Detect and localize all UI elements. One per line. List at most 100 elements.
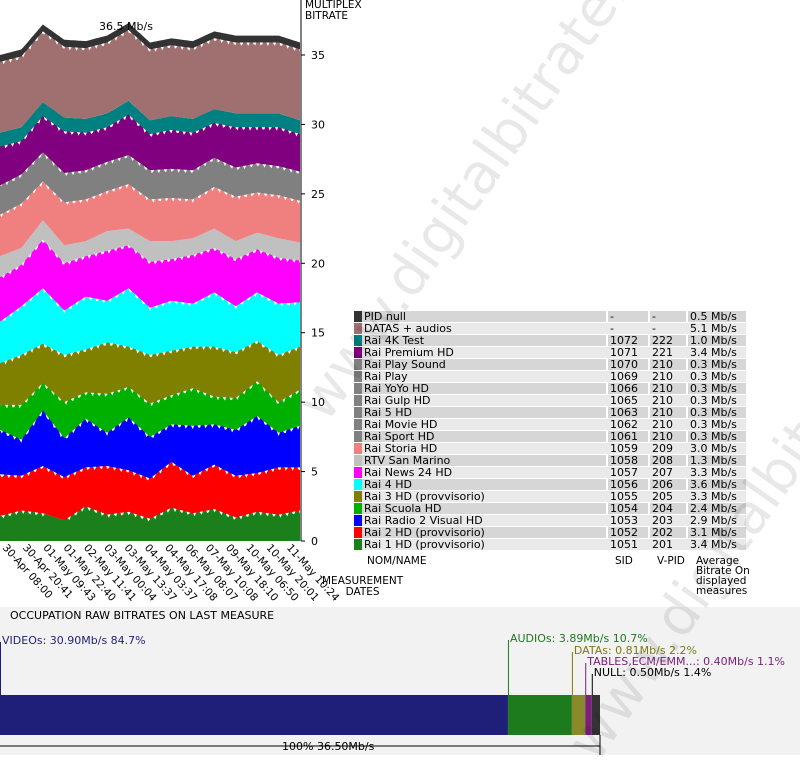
x-axis-title: MEASUREMENT DATES xyxy=(322,576,403,598)
legend-row: Rai Scuola HD 1054 204 2.4 Mb/s xyxy=(354,503,746,514)
legend-cell-sid: 1069 xyxy=(608,371,648,382)
legend-cell-name: Rai 1 HD (provvisorio) xyxy=(362,539,606,550)
legend-cell-avg: 0.3 Mb/s xyxy=(688,359,746,370)
legend-cell-sid: 1061 xyxy=(608,431,648,442)
legend-cell-avg: 3.3 Mb/s xyxy=(688,491,746,502)
legend-cell-avg: 3.6 Mb/s xyxy=(688,479,746,490)
legend-swatch xyxy=(354,335,362,346)
legend-cell-avg: 3.3 Mb/s xyxy=(688,467,746,478)
legend-swatch xyxy=(354,395,362,406)
legend-cell-name: PID null xyxy=(362,311,606,322)
legend-cell-avg: 5.1 Mb/s xyxy=(688,323,746,334)
legend-swatch xyxy=(354,419,362,430)
legend-cell-name: Rai News 24 HD xyxy=(362,467,606,478)
legend-cell-sid: 1066 xyxy=(608,383,648,394)
legend-cell-avg: 0.3 Mb/s xyxy=(688,407,746,418)
legend-swatch xyxy=(354,503,362,514)
legend-cell-avg: 2.4 Mb/s xyxy=(688,503,746,514)
legend-cell-name: Rai 3 HD (provvisorio) xyxy=(362,491,606,502)
legend-row: Rai 4K Test 1072 222 1.0 Mb/s xyxy=(354,335,746,346)
legend-cell-name: Rai 4K Test xyxy=(362,335,606,346)
legend-row: Rai Gulp HD 1065 210 0.3 Mb/s xyxy=(354,395,746,406)
legend-cell-name: Rai YoYo HD xyxy=(362,383,606,394)
occupation-bar-chart xyxy=(0,640,601,755)
legend-cell-vpid: 222 xyxy=(650,335,686,346)
legend-cell-avg: 0.3 Mb/s xyxy=(688,371,746,382)
legend-cell-avg: 3.4 Mb/s xyxy=(688,347,746,358)
legend-cell-vpid: 221 xyxy=(650,347,686,358)
legend-cell-sid: 1065 xyxy=(608,395,648,406)
legend-cell-avg: 0.3 Mb/s xyxy=(688,431,746,442)
legend-cell-avg: 1.0 Mb/s xyxy=(688,335,746,346)
legend-cell-sid: 1058 xyxy=(608,455,648,466)
legend-cell-avg: 0.3 Mb/s xyxy=(688,395,746,406)
legend-header-name: NOM/NAME xyxy=(367,555,427,567)
legend-swatch xyxy=(354,407,362,418)
legend-cell-vpid: 205 xyxy=(650,491,686,502)
legend-cell-vpid: 208 xyxy=(650,455,686,466)
legend-cell-vpid: 204 xyxy=(650,503,686,514)
y-tick-label: 35 xyxy=(311,49,325,62)
legend-cell-avg: 0.3 Mb/s xyxy=(688,383,746,394)
legend-cell-sid: 1054 xyxy=(608,503,648,514)
legend-cell-sid: - xyxy=(608,311,648,322)
legend-cell-sid: 1072 xyxy=(608,335,648,346)
legend-row: DATAS + audios - -5.1 Mb/s xyxy=(354,323,746,334)
legend-swatch xyxy=(354,455,362,466)
legend-cell-vpid: 210 xyxy=(650,395,686,406)
legend-cell-name: Rai 5 HD xyxy=(362,407,606,418)
legend-cell-avg: 3.1 Mb/s xyxy=(688,527,746,538)
legend-swatch xyxy=(354,359,362,370)
legend-cell-vpid: 203 xyxy=(650,515,686,526)
legend-cell-avg: 0.3 Mb/s xyxy=(688,419,746,430)
legend-row: Rai News 24 HD 1057 207 3.3 Mb/s xyxy=(354,467,746,478)
channel-legend-table: PID null - -0.5 Mb/s DATAS + audios - -5.1 Mb… xyxy=(354,310,746,551)
legend-cell-avg: 2.9 Mb/s xyxy=(688,515,746,526)
legend-cell-vpid: 206 xyxy=(650,479,686,490)
y-tick-label: 20 xyxy=(311,257,325,270)
legend-header-vpid: V-PID xyxy=(657,555,685,567)
legend-row: Rai Storia HD 1059 209 3.0 Mb/s xyxy=(354,443,746,454)
legend-cell-vpid: 207 xyxy=(650,467,686,478)
legend-row: Rai 1 HD (provvisorio) 1051 201 3.4 Mb/s xyxy=(354,539,746,550)
legend-cell-name: Rai Sport HD xyxy=(362,431,606,442)
occupation-label-videos: VIDEOs: 30.90Mb/s 84.7% xyxy=(2,634,146,647)
legend-row: Rai 5 HD 1063 210 0.3 Mb/s xyxy=(354,407,746,418)
occupation-segment-datas xyxy=(571,695,586,735)
legend-swatch xyxy=(354,479,362,490)
legend-swatch xyxy=(354,527,362,538)
x-axis-title-line2: DATES xyxy=(345,586,380,598)
occupation-panel: OCCUPATION RAW BITRATES ON LAST MEASURE … xyxy=(0,607,800,755)
legend-row: Rai Premium HD 1071 221 3.4 Mb/s xyxy=(354,347,746,358)
legend-cell-sid: 1051 xyxy=(608,539,648,550)
legend-cell-sid: 1071 xyxy=(608,347,648,358)
legend-cell-sid: 1062 xyxy=(608,419,648,430)
legend-cell-sid: 1056 xyxy=(608,479,648,490)
legend-cell-sid: 1057 xyxy=(608,467,648,478)
legend-cell-name: Rai Movie HD xyxy=(362,419,606,430)
legend-cell-vpid: 210 xyxy=(650,407,686,418)
y-axis-title: MULTIPLEX BITRATE xyxy=(305,0,362,22)
y-tick-label: 0 xyxy=(311,535,318,548)
chart-total-label: 36.5 Mb/s xyxy=(99,20,153,33)
legend-header-avg-text: Average Bitrate On displayed measures xyxy=(696,555,750,597)
legend-header-sid: SID xyxy=(615,555,633,567)
legend-row: PID null - -0.5 Mb/s xyxy=(354,311,746,322)
legend-cell-vpid: 209 xyxy=(650,443,686,454)
legend-cell-vpid: - xyxy=(650,323,686,334)
legend-cell-vpid: 210 xyxy=(650,371,686,382)
occupation-label-null: NULL: 0.50Mb/s 1.4% xyxy=(593,666,712,679)
legend-swatch xyxy=(354,371,362,382)
legend-cell-avg: 3.4 Mb/s xyxy=(688,539,746,550)
legend-cell-name: Rai Play xyxy=(362,371,606,382)
legend-cell-name: Rai 4 HD xyxy=(362,479,606,490)
occupation-total-label: 100% 36.50Mb/s xyxy=(282,740,375,753)
y-tick-label: 30 xyxy=(311,118,325,131)
legend-cell-vpid: 210 xyxy=(650,419,686,430)
legend-swatch xyxy=(354,467,362,478)
legend-cell-sid: 1052 xyxy=(608,527,648,538)
legend-row: Rai 2 HD (provvisorio) 1052 202 3.1 Mb/s xyxy=(354,527,746,538)
legend-row: Rai 4 HD 1056 206 3.6 Mb/s xyxy=(354,479,746,490)
occupation-segment-audios xyxy=(507,695,572,735)
legend-cell-sid: 1063 xyxy=(608,407,648,418)
